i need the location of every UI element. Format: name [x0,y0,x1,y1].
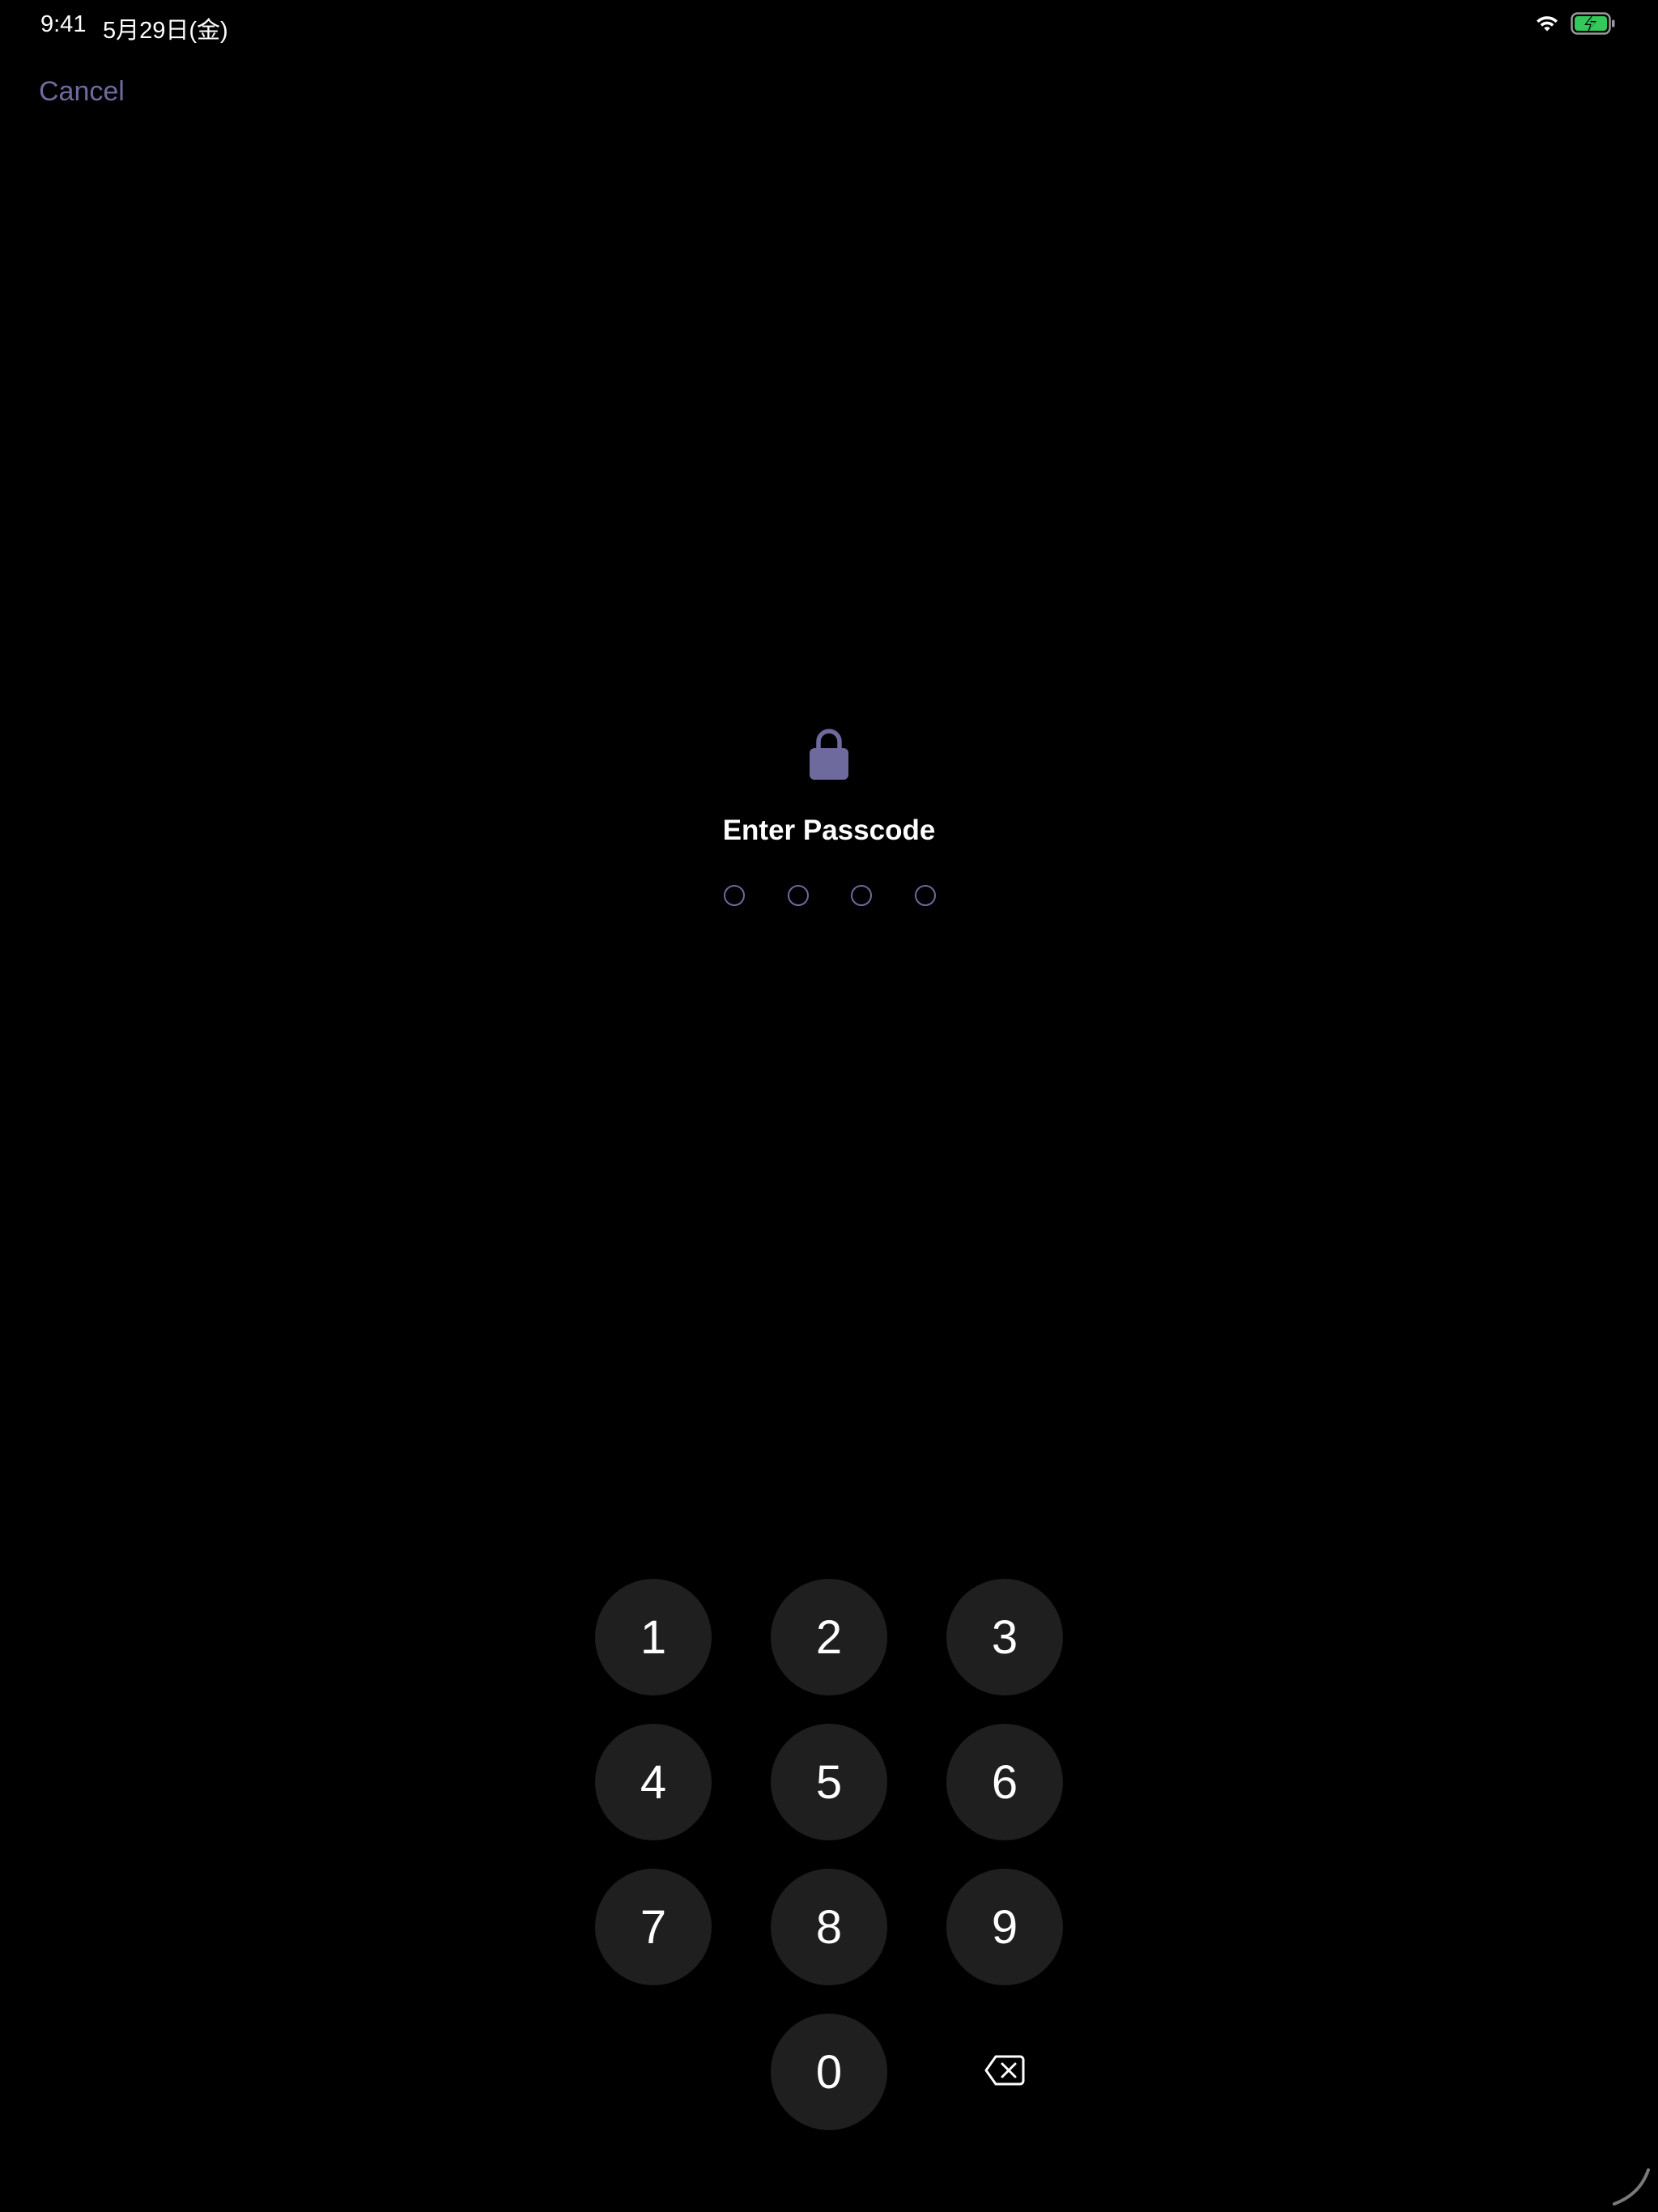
key-5[interactable]: 5 [771,1724,887,1840]
key-2[interactable]: 2 [771,1579,887,1695]
delete-backspace-icon [984,2055,1025,2090]
delete-button[interactable] [946,2014,1063,2130]
wifi-icon [1535,14,1559,37]
passcode-dots [724,883,936,908]
status-date: 5月29日(金) [103,18,228,44]
passcode-dot [914,885,936,906]
key-0[interactable]: 0 [771,2014,887,2130]
key-6[interactable]: 6 [946,1724,1063,1840]
key-9[interactable]: 9 [946,1869,1063,1985]
passcode-dot [787,885,809,906]
battery-charging-icon [1571,11,1616,39]
passcode-dot [724,885,745,906]
passcode-prompt: Enter Passcode [722,815,936,846]
status-bar: 9:41 5月29日(金) [0,0,1658,52]
corner-indicator-icon [1611,2167,1652,2207]
passcode-dot [851,885,873,906]
cancel-button[interactable]: Cancel [39,76,125,108]
key-8[interactable]: 8 [771,1869,887,1985]
key-1[interactable]: 1 [595,1579,712,1695]
key-4[interactable]: 4 [595,1724,712,1840]
key-7[interactable]: 7 [595,1869,712,1985]
status-indicators [1535,11,1616,39]
status-time: 9:41 [40,11,87,37]
keypad: 1 2 3 4 5 6 7 8 9 0 [595,1579,1063,2130]
key-3[interactable]: 3 [946,1579,1063,1695]
lock-icon [809,725,849,781]
